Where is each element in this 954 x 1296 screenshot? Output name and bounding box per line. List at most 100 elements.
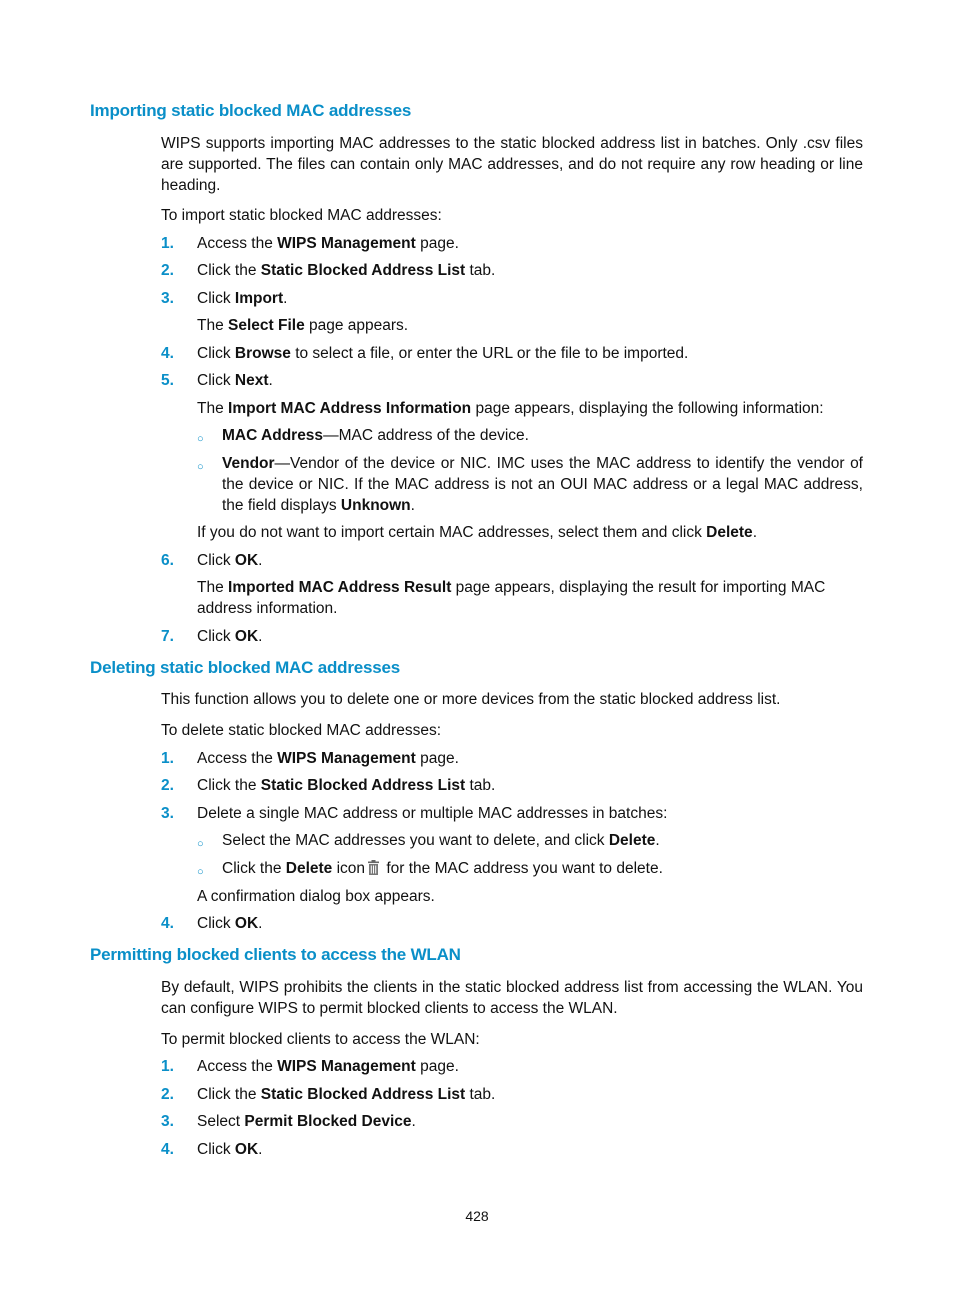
note-text: The — [197, 400, 229, 417]
bullet-text: Select the MAC addresses you want to del… — [222, 832, 609, 849]
bullet-icon: ○ — [197, 461, 204, 473]
step-text: Access the — [197, 750, 278, 767]
step-text: Click — [197, 628, 235, 645]
bullet-icon: ○ — [197, 866, 204, 878]
step-note: If you do not want to import certain MAC… — [197, 522, 863, 543]
step-number: 4. — [161, 915, 174, 932]
step-number: 2. — [161, 777, 174, 794]
ui-term: Permit Blocked Device — [244, 1113, 412, 1130]
section-intro: WIPS supports importing MAC addresses to… — [161, 135, 863, 194]
step-text: Click the — [197, 777, 261, 794]
step-text: . — [283, 290, 288, 307]
step-text: Select — [197, 1113, 245, 1130]
ui-term: Next — [234, 372, 269, 389]
step-text: Access the — [197, 235, 278, 252]
step-text: Click — [197, 372, 235, 389]
step-text: tab. — [465, 777, 496, 794]
bullet-icon: ○ — [197, 433, 204, 445]
note-text: page appears, displaying the following i… — [471, 400, 824, 417]
section-intro: By default, WIPS prohibits the clients i… — [161, 979, 863, 1017]
step-note: The Select File page appears. — [197, 315, 863, 336]
ui-term: Browse — [234, 345, 291, 362]
bullet-text: —MAC address of the device. — [323, 427, 529, 444]
ui-term: Delete — [285, 860, 333, 877]
step-text: Click the — [197, 1086, 261, 1103]
ui-term: Static Blocked Address List — [260, 777, 466, 794]
bullet-text: Click the — [222, 860, 286, 877]
ui-term: Unknown — [340, 497, 411, 514]
ui-term: Delete — [608, 832, 656, 849]
note-text: page appears. — [304, 317, 409, 334]
step-text: Click — [197, 1141, 235, 1158]
step-text: tab. — [465, 1086, 496, 1103]
step-number: 1. — [161, 235, 174, 252]
note-text: . — [752, 524, 757, 541]
bullet-text: . — [410, 497, 415, 514]
procedure-lead: To permit blocked clients to access the … — [161, 1031, 480, 1048]
ui-term: WIPS Management — [277, 1058, 416, 1075]
bullet-item: ○ Vendor—Vendor of the device or NIC. IM… — [197, 453, 863, 516]
step-text: . — [258, 1141, 263, 1158]
bullet-icon: ○ — [197, 838, 204, 850]
bullet-item: ○ MAC Address—MAC address of the device. — [197, 425, 863, 446]
ui-term: Imported MAC Address Result — [228, 579, 452, 596]
page-number: 428 — [465, 1208, 489, 1224]
step-number: 6. — [161, 552, 174, 569]
step-text: Access the — [197, 1058, 278, 1075]
step-text: Click the — [197, 262, 261, 279]
step-number: 2. — [161, 1086, 174, 1103]
step-text: . — [258, 552, 263, 569]
step-number: 7. — [161, 628, 174, 645]
ui-term: Static Blocked Address List — [260, 262, 466, 279]
note-text: The — [197, 317, 229, 334]
step-number: 3. — [161, 805, 174, 822]
note-text: The — [197, 579, 229, 596]
ui-term: OK — [234, 915, 259, 932]
step-text: . — [258, 915, 263, 932]
step-text: Click — [197, 345, 235, 362]
procedure-lead: To delete static blocked MAC addresses: — [161, 722, 441, 739]
bullet-item: ○ Select the MAC addresses you want to d… — [197, 830, 863, 851]
ui-term: WIPS Management — [277, 750, 416, 767]
step-text: Click — [197, 552, 235, 569]
section-heading-deleting: Deleting static blocked MAC addresses — [90, 658, 401, 677]
step-number: 5. — [161, 372, 174, 389]
ui-term: OK — [234, 1141, 259, 1158]
step-number: 3. — [161, 1113, 174, 1130]
ui-term: Static Blocked Address List — [260, 1086, 466, 1103]
trash-icon — [368, 860, 380, 875]
step-note: The Import MAC Address Information page … — [197, 398, 863, 419]
bullet-text: for the MAC address you want to delete. — [382, 860, 663, 877]
bullet-item: ○ Click the Delete icon for the MAC addr… — [197, 858, 863, 879]
ui-term: MAC Address — [222, 427, 324, 444]
step-text: page. — [415, 1058, 459, 1075]
step-number: 2. — [161, 262, 174, 279]
ui-term: Select File — [228, 317, 305, 334]
ui-term: OK — [234, 552, 259, 569]
step-text: . — [411, 1113, 416, 1130]
step-note: The Imported MAC Address Result page app… — [197, 577, 863, 619]
ui-term: Import — [234, 290, 284, 307]
step-text: Delete a single MAC address or multiple … — [197, 805, 668, 822]
step-text: to select a file, or enter the URL or th… — [290, 345, 689, 362]
step-text: Click — [197, 915, 235, 932]
step-text: . — [258, 628, 263, 645]
ui-term: Import MAC Address Information — [228, 400, 472, 417]
step-number: 3. — [161, 290, 174, 307]
step-text: Click — [197, 290, 235, 307]
step-number: 1. — [161, 1058, 174, 1075]
step-number: 1. — [161, 750, 174, 767]
step-number: 4. — [161, 1141, 174, 1158]
ui-term: Delete — [706, 524, 753, 541]
procedure-lead: To import static blocked MAC addresses: — [161, 207, 442, 224]
step-text: page. — [415, 750, 459, 767]
ui-term: Vendor — [222, 455, 275, 472]
section-heading-importing: Importing static blocked MAC addresses — [90, 101, 412, 120]
ui-term: OK — [234, 628, 259, 645]
step-number: 4. — [161, 345, 174, 362]
bullet-text: —Vendor of the device or NIC. IMC uses t… — [222, 455, 863, 514]
step-text: tab. — [465, 262, 496, 279]
bullet-text: icon — [332, 860, 366, 877]
step-text: . — [268, 372, 273, 389]
bullet-text: . — [655, 832, 660, 849]
